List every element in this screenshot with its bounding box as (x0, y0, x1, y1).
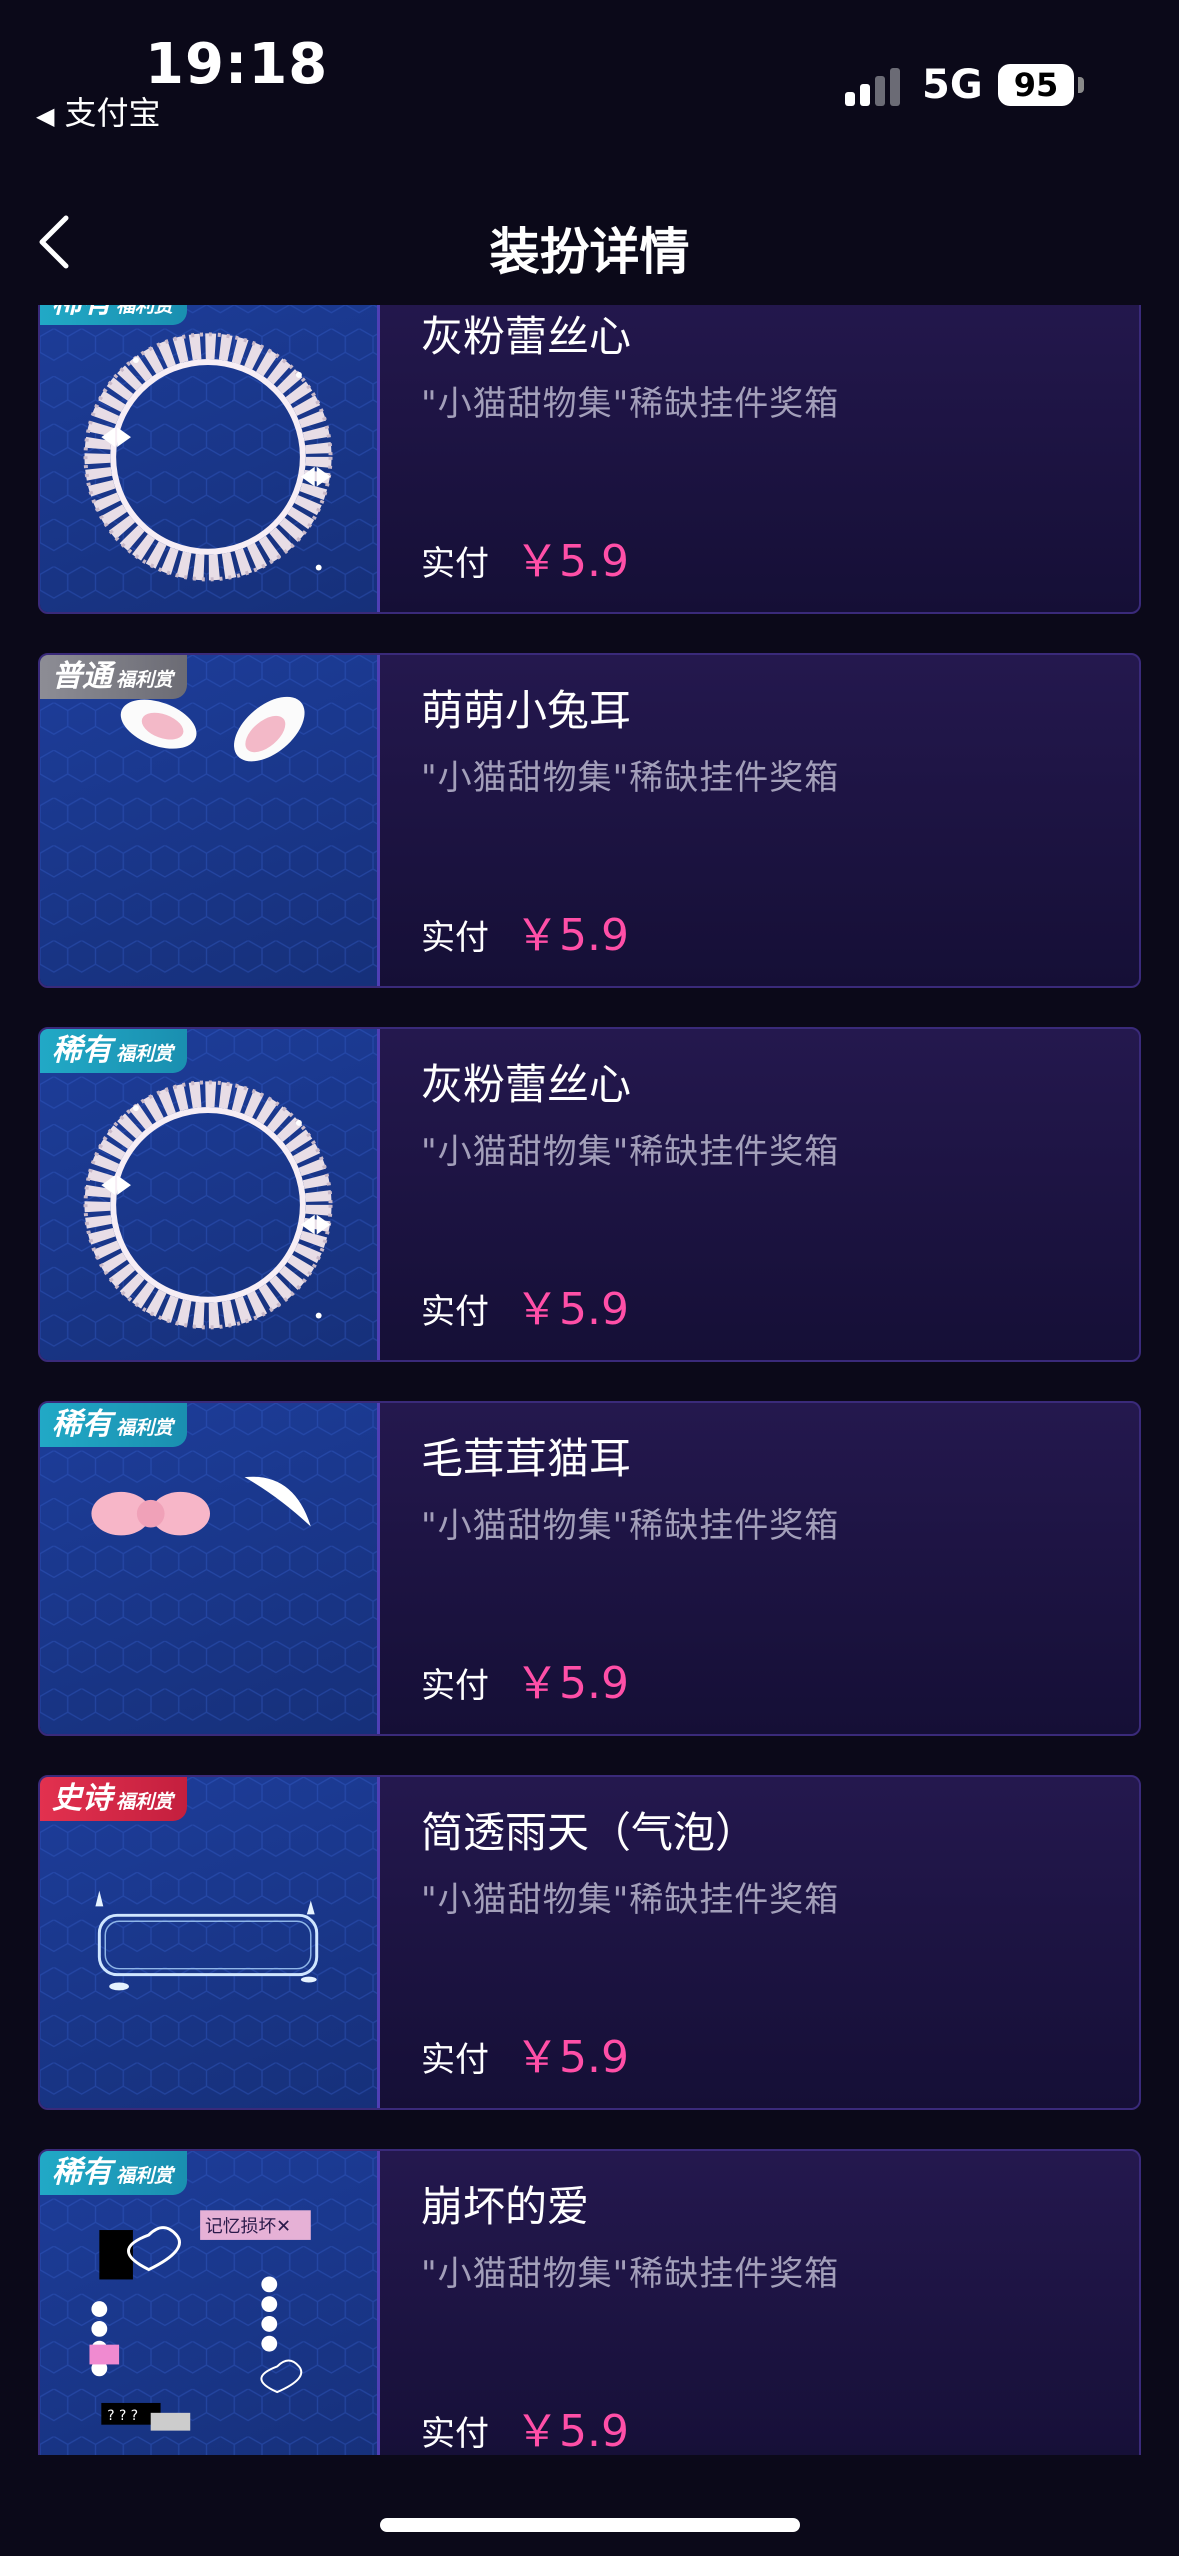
paid-label: 实付 (421, 544, 489, 584)
item-subtitle: "小猫甜物集"稀缺挂件奖箱 (421, 384, 840, 424)
battery-tip (1078, 77, 1084, 93)
rarity-label: 稀有 (52, 305, 112, 320)
back-app-label: 支付宝 (64, 94, 161, 132)
item-thumbnail: 稀有福利赏 (40, 305, 380, 612)
battery-icon: 95 (998, 64, 1074, 106)
battery-level: 95 (1013, 66, 1059, 104)
lace-ring-icon (83, 1080, 333, 1330)
network-type: 5G (922, 62, 983, 108)
item-name: 崩坏的爱 (421, 2182, 590, 2231)
item-subtitle: "小猫甜物集"稀缺挂件奖箱 (421, 1880, 840, 1920)
rarity-badge: 史诗 福利赏 (40, 1777, 188, 1821)
paid-label: 实付 (421, 2040, 489, 2080)
item-name: 简透雨天（气泡） (421, 1808, 758, 1857)
rarity-badge: 稀有福利赏 (40, 1403, 188, 1447)
rarity-badge: 稀有福利赏 (40, 305, 188, 325)
list-item[interactable]: 史诗 福利赏 简透雨天（气泡） "小猫甜物集"稀缺挂件奖箱 实付 ￥5.9 (38, 1775, 1141, 2110)
back-triangle-icon: ◀ (36, 102, 55, 130)
rarity-label: 稀有 (52, 1033, 112, 1068)
cat-ears-icon (91, 1476, 311, 1536)
nav-bar: 装扮详情 (0, 190, 1179, 300)
item-subtitle: "小猫甜物集"稀缺挂件奖箱 (421, 1132, 840, 1172)
item-thumbnail: 稀有福利赏 (40, 1029, 380, 1360)
rarity-sub-label: 福利赏 (116, 305, 174, 317)
list-item[interactable]: 稀有 福利赏 毛茸茸猫耳 "小猫甜物集"稀缺挂件奖箱 实付 ￥5.9 (38, 1401, 1141, 1736)
status-bar: 19:18 ◀ 支付宝 5G 95 (0, 0, 1179, 150)
rarity-label: 史诗 (52, 1781, 112, 1816)
bunny-ears-icon (120, 696, 305, 762)
rarity-badge: 稀有福利赏 (40, 1029, 188, 1073)
item-price: ￥5.9 (515, 1658, 629, 1709)
item-list-viewport[interactable]: 稀有福利赏 灰粉蕾丝心 "小猫甜物集"稀缺挂件奖箱 实付 ￥5.9 普通福利赏 … (0, 305, 1179, 2455)
item-thumbnail: 史诗 福利赏 (40, 1777, 380, 2108)
item-name: 毛茸茸猫耳 (421, 1434, 632, 1483)
bubble-frame-icon (95, 1890, 319, 1991)
item-subtitle: "小猫甜物集"稀缺挂件奖箱 (421, 1506, 840, 1546)
item-price: ￥5.9 (515, 2032, 629, 2083)
paid-label: 实付 (421, 1292, 489, 1332)
cellular-signal-icon (845, 62, 905, 106)
list-item[interactable]: 记忆损坏✕ ? ? ? 稀有 福利赏 崩坏的爱 "小猫甜物集"稀缺挂件奖箱 实付 … (38, 2149, 1141, 2455)
rarity-sub-label: 福利赏 (116, 1043, 174, 1065)
art-caption: ? ? ? (107, 2408, 138, 2424)
item-name: 灰粉蕾丝心 (421, 1060, 632, 1109)
back-to-app-link[interactable]: ◀ 支付宝 (36, 88, 160, 134)
rarity-sub-label: 福利赏 (116, 1791, 174, 1813)
rarity-badge: 稀有福利赏 (40, 2151, 188, 2195)
rarity-label: 稀有 (52, 1407, 112, 1442)
item-thumbnail: 记忆损坏✕ ? ? ? 稀有 福利赏 (40, 2151, 380, 2455)
list-item[interactable]: 普通 福利赏 萌萌小兔耳 "小猫甜物集"稀缺挂件奖箱 实付 ￥5.9 (38, 653, 1141, 988)
broken-love-icon: 记忆损坏✕ ? ? ? (89, 2210, 311, 2431)
rarity-badge: 普通 福利赏 (40, 655, 188, 699)
item-price: ￥5.9 (515, 2406, 629, 2455)
item-name: 灰粉蕾丝心 (421, 312, 632, 361)
item-thumbnail: 稀有福利赏 (40, 1403, 380, 1734)
home-indicator[interactable] (380, 2518, 800, 2532)
list-item[interactable]: 稀有福利赏 灰粉蕾丝心 "小猫甜物集"稀缺挂件奖箱 实付 ￥5.9 (38, 1027, 1141, 1362)
item-thumbnail: 普通 福利赏 (40, 655, 380, 986)
item-name: 萌萌小兔耳 (421, 686, 632, 735)
art-caption: 记忆损坏✕ (205, 2216, 291, 2237)
rarity-sub-label: 福利赏 (116, 2165, 174, 2187)
rarity-label: 普通 (52, 659, 112, 694)
list-item[interactable]: 稀有福利赏 灰粉蕾丝心 "小猫甜物集"稀缺挂件奖箱 实付 ￥5.9 (38, 305, 1141, 614)
item-price: ￥5.9 (515, 910, 629, 961)
item-subtitle: "小猫甜物集"稀缺挂件奖箱 (421, 2254, 840, 2294)
paid-label: 实付 (421, 2414, 489, 2454)
paid-label: 实付 (421, 1666, 489, 1706)
rarity-sub-label: 福利赏 (116, 669, 174, 691)
item-price: ￥5.9 (515, 536, 629, 587)
rarity-label: 稀有 (52, 2155, 112, 2190)
paid-label: 实付 (421, 918, 489, 958)
item-price: ￥5.9 (515, 1284, 629, 1335)
status-time: 19:18 (145, 32, 329, 97)
lace-ring-icon (83, 332, 333, 582)
page-title: 装扮详情 (489, 223, 690, 281)
item-subtitle: "小猫甜物集"稀缺挂件奖箱 (421, 758, 840, 798)
rarity-sub-label: 福利赏 (116, 1417, 174, 1439)
